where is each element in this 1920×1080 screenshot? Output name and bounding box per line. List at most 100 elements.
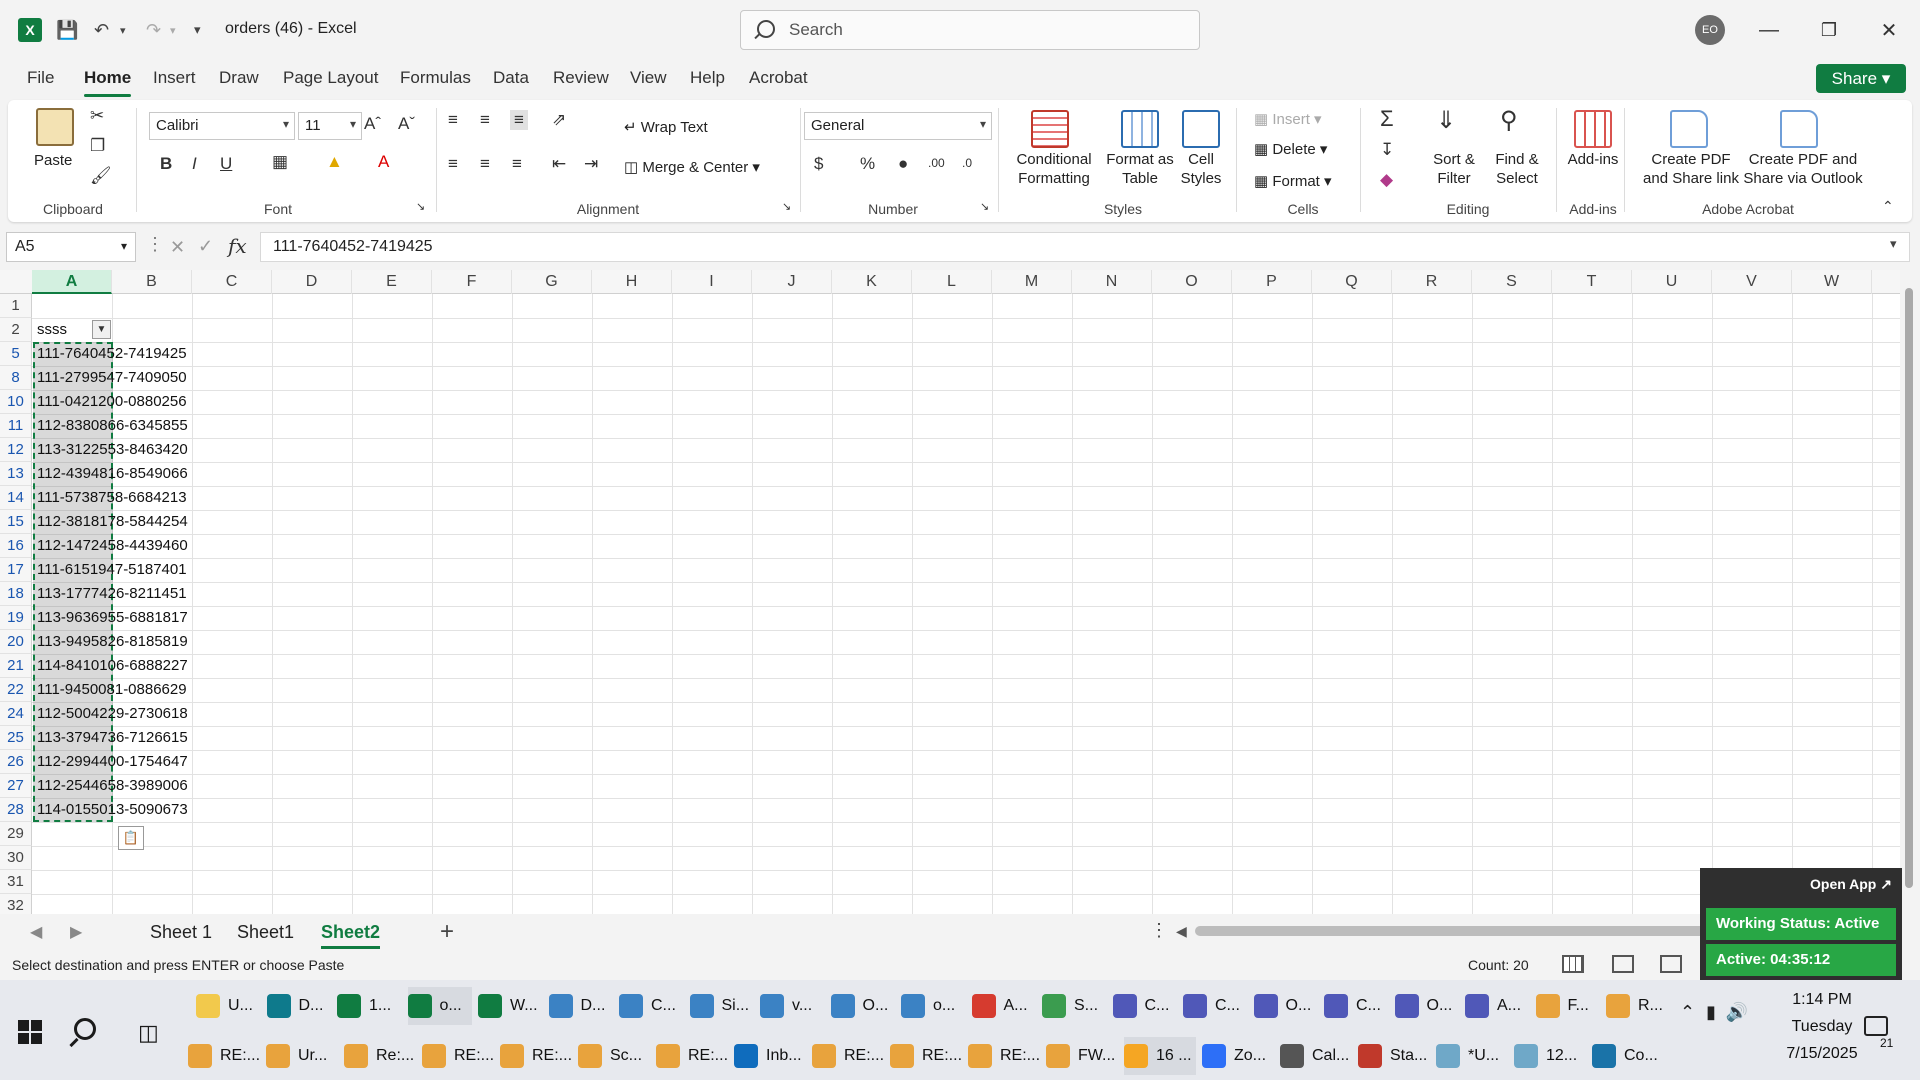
tab-data[interactable]: Data xyxy=(493,68,529,88)
taskbar-app[interactable]: D... xyxy=(548,987,614,1025)
taskbar-app[interactable]: RE:... xyxy=(422,1037,494,1075)
taskbar-app[interactable]: RE:... xyxy=(812,1037,884,1075)
column-header-k[interactable]: K xyxy=(832,270,912,294)
wrap-text-button[interactable]: ↵ Wrap Text xyxy=(624,118,708,136)
row-header[interactable]: 29 xyxy=(0,822,32,846)
taskbar-app[interactable]: Si... xyxy=(689,987,755,1025)
taskbar-app[interactable]: C... xyxy=(1183,987,1248,1025)
taskbar-app[interactable]: O... xyxy=(830,987,896,1025)
page-break-view-icon[interactable] xyxy=(1660,955,1682,973)
cell-styles-button[interactable]: Cell Styles xyxy=(1168,150,1234,188)
insert-function-icon[interactable]: fx xyxy=(228,234,247,258)
column-header-b[interactable]: B xyxy=(112,270,192,294)
row-header[interactable]: 32 xyxy=(0,894,32,914)
taskbar-app[interactable]: 1... xyxy=(337,987,402,1025)
row-header[interactable]: 24 xyxy=(0,702,32,726)
dialog-launcher-icon[interactable]: ↘ xyxy=(782,200,791,213)
table-cell[interactable]: 111-7640452-7419425 xyxy=(33,342,187,366)
column-header-u[interactable]: U xyxy=(1632,270,1712,294)
normal-view-icon[interactable] xyxy=(1562,955,1584,973)
insert-cells-button[interactable]: ▦ Insert ▾ xyxy=(1254,110,1322,128)
cut-icon[interactable]: ✂ xyxy=(90,106,104,126)
fill-color-icon[interactable]: ▲ xyxy=(326,152,343,172)
tray-icons[interactable]: ▮🔊 xyxy=(1706,1002,1758,1023)
align-top-icon[interactable]: ≡ xyxy=(448,110,458,130)
bold-icon[interactable]: B xyxy=(160,154,172,174)
taskbar-app[interactable]: Sta... xyxy=(1358,1037,1430,1075)
taskbar-app[interactable]: R... xyxy=(1606,987,1671,1025)
column-header-d[interactable]: D xyxy=(272,270,352,294)
taskbar-app[interactable]: v... xyxy=(760,987,825,1025)
column-header-s[interactable]: S xyxy=(1472,270,1552,294)
column-header-c[interactable]: C xyxy=(192,270,272,294)
taskbar-app[interactable]: RE:... xyxy=(188,1037,260,1075)
row-header[interactable]: 16 xyxy=(0,534,32,558)
column-header-h[interactable]: H xyxy=(592,270,672,294)
taskbar-app[interactable]: RE:... xyxy=(656,1037,728,1075)
create-pdf-outlook-button[interactable]: Create PDF and Share via Outlook xyxy=(1736,150,1870,188)
more-sheets-icon[interactable]: ⋮ xyxy=(1150,920,1168,941)
taskbar-app[interactable]: Co... xyxy=(1592,1037,1664,1075)
open-app-link[interactable]: Open App ↗ xyxy=(1810,876,1892,893)
customize-toolbar-icon[interactable]: ▾ xyxy=(194,16,201,44)
column-header-t[interactable]: T xyxy=(1552,270,1632,294)
taskbar-app[interactable]: O... xyxy=(1394,987,1460,1025)
clear-icon[interactable]: ◆ xyxy=(1380,170,1393,190)
sort-filter-button[interactable]: Sort & Filter xyxy=(1422,150,1486,188)
column-header-q[interactable]: Q xyxy=(1312,270,1392,294)
row-header[interactable]: 31 xyxy=(0,870,32,894)
save-icon[interactable]: 💾 xyxy=(56,16,78,44)
tab-view[interactable]: View xyxy=(630,68,667,88)
row-header[interactable]: 26 xyxy=(0,750,32,774)
taskbar-app[interactable]: C... xyxy=(619,987,684,1025)
close-icon[interactable]: ✕ xyxy=(1874,15,1904,45)
table-cell[interactable]: 112-1472458-4439460 xyxy=(33,534,188,558)
taskbar-app[interactable]: Cal... xyxy=(1280,1037,1352,1075)
table-cell[interactable]: 112-4394816-8549066 xyxy=(33,462,188,486)
table-cell[interactable]: 111-5738758-6684213 xyxy=(33,486,187,510)
row-header[interactable]: 18 xyxy=(0,582,32,606)
paste-button[interactable]: Paste xyxy=(34,152,72,169)
taskbar-app[interactable]: Re:... xyxy=(344,1037,416,1075)
tab-draw[interactable]: Draw xyxy=(219,68,259,88)
column-header-l[interactable]: L xyxy=(912,270,992,294)
underline-icon[interactable]: U xyxy=(220,154,232,174)
increase-font-icon[interactable]: Aˆ xyxy=(364,114,381,134)
taskbar-app[interactable]: D... xyxy=(266,987,332,1025)
taskbar-app[interactable]: C... xyxy=(1112,987,1178,1025)
row-header[interactable]: 19 xyxy=(0,606,32,630)
table-cell[interactable]: 112-2994400-1754647 xyxy=(33,750,188,774)
search-input[interactable]: Search xyxy=(740,10,1200,50)
orientation-icon[interactable]: ⇗ xyxy=(552,110,566,130)
font-size-select[interactable]: 11 ▾ xyxy=(298,112,362,140)
font-name-select[interactable]: Calibri ▾ xyxy=(149,112,295,140)
row-header[interactable]: 15 xyxy=(0,510,32,534)
row-header[interactable]: 11 xyxy=(0,414,32,438)
column-header-n[interactable]: N xyxy=(1072,270,1152,294)
collapse-ribbon-icon[interactable]: ⌃ xyxy=(1882,198,1894,215)
conditional-formatting-button[interactable]: Conditional Formatting xyxy=(1006,150,1102,188)
column-header-p[interactable]: P xyxy=(1232,270,1312,294)
minimize-icon[interactable]: — xyxy=(1754,15,1784,45)
row-header[interactable]: 1 xyxy=(0,294,32,318)
clock-time[interactable]: 1:14 PM xyxy=(1780,991,1864,1009)
row-header[interactable]: 10 xyxy=(0,390,32,414)
clock-day[interactable]: Tuesday xyxy=(1780,1018,1864,1036)
decrease-indent-icon[interactable]: ⇤ xyxy=(552,154,566,174)
tab-page-layout[interactable]: Page Layout xyxy=(283,68,378,88)
create-pdf-share-link-button[interactable]: Create PDF and Share link xyxy=(1632,150,1750,188)
row-header[interactable]: 14 xyxy=(0,486,32,510)
avatar[interactable]: EO xyxy=(1695,15,1725,45)
autosum-icon[interactable]: Σ xyxy=(1380,106,1394,132)
percent-icon[interactable]: % xyxy=(860,154,875,174)
row-header[interactable]: 21 xyxy=(0,654,32,678)
dialog-launcher-icon[interactable]: ↘ xyxy=(980,200,989,213)
scrollbar-thumb[interactable] xyxy=(1905,288,1913,888)
taskbar-app[interactable]: U... xyxy=(196,987,261,1025)
font-color-icon[interactable]: A xyxy=(378,152,389,172)
tab-acrobat[interactable]: Acrobat xyxy=(749,68,808,88)
taskbar-app[interactable]: RE:... xyxy=(968,1037,1040,1075)
table-cell[interactable]: 112-5004229-2730618 xyxy=(33,702,188,726)
borders-icon[interactable]: ▦ xyxy=(272,152,288,172)
notifications-icon[interactable] xyxy=(1864,1016,1888,1036)
